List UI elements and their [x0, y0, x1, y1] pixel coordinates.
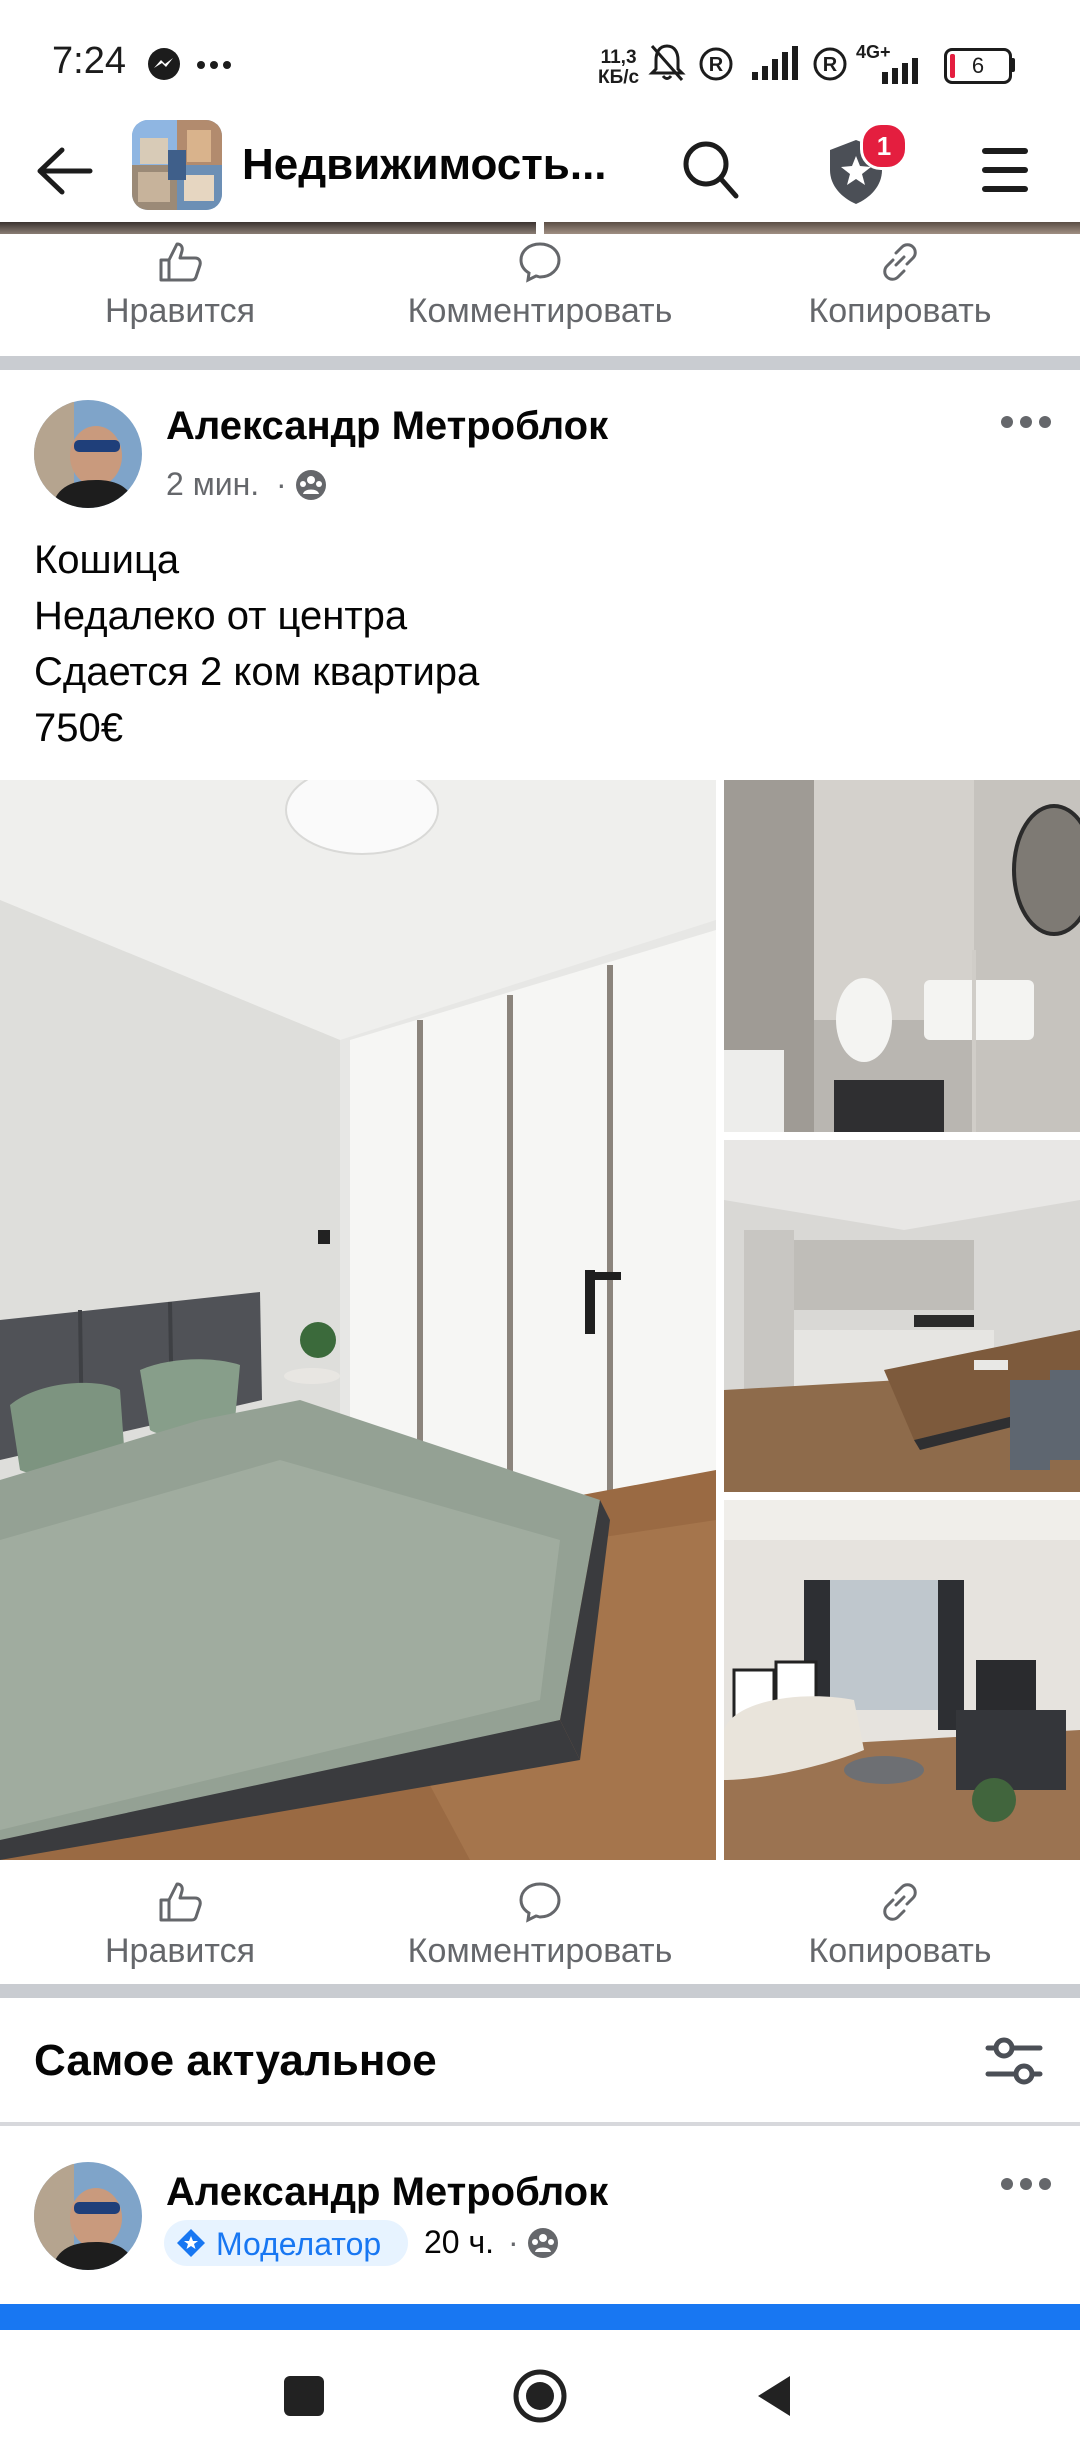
more-options-icon[interactable] — [1000, 2176, 1052, 2192]
signal-icon — [752, 46, 798, 80]
signal-icon — [882, 58, 918, 84]
app-bar: Недвижимость... 1 — [0, 120, 1080, 222]
registered-icon: R — [813, 47, 847, 81]
post-actions-bar: Нравится Комментировать Копировать — [0, 1880, 1080, 2000]
moderator-badge[interactable]: Моделатор — [164, 2220, 408, 2266]
network-speed-value: 11,3 — [600, 47, 637, 68]
post-author-name[interactable]: Александр Метроблок — [166, 2170, 608, 2215]
post-text-line: Сдается 2 ком квартира — [34, 650, 480, 694]
like-icon — [159, 242, 202, 282]
network-speed: 11,3 КБ/с — [598, 48, 639, 88]
filter-icon[interactable] — [984, 2034, 1044, 2088]
sort-section-title[interactable]: Самое актуальное — [34, 2036, 437, 2086]
author-avatar[interactable] — [34, 400, 142, 508]
photo-living-room[interactable] — [724, 1500, 1080, 1860]
post-body: Кошица Недалеко от центра Сдается 2 ком … — [34, 532, 479, 756]
like-icon — [159, 1882, 202, 1922]
post-separator — [0, 356, 1080, 370]
notification-badge: 1 — [860, 122, 908, 170]
post-time[interactable]: 20 ч. — [424, 2224, 494, 2261]
nav-back-icon[interactable] — [752, 2372, 796, 2420]
nav-home-icon[interactable] — [510, 2366, 570, 2426]
previous-post-image-edge — [544, 222, 1080, 234]
messenger-icon — [148, 48, 180, 80]
section-divider — [0, 2122, 1080, 2126]
meta-separator: · — [508, 2224, 519, 2260]
post-separator — [0, 1984, 1080, 1998]
comment-icon — [519, 1882, 561, 1923]
comment-button[interactable]: Комментировать — [380, 240, 700, 360]
status-bar: 7:24 11,3 КБ/с R R 4G+ 6 — [0, 0, 1080, 120]
like-label: Нравится — [104, 292, 256, 330]
copy-link-button[interactable]: Копировать — [780, 1880, 1020, 2000]
comment-label: Комментировать — [407, 292, 673, 330]
author-avatar[interactable] — [34, 2162, 142, 2270]
like-label: Нравится — [104, 1932, 256, 1970]
globe-group-icon — [528, 2228, 558, 2258]
status-time: 7:24 — [52, 40, 126, 82]
more-horizontal-icon — [197, 61, 231, 69]
svg-text:R: R — [823, 54, 838, 76]
link-icon — [883, 1883, 917, 1921]
search-icon[interactable] — [680, 138, 740, 202]
copy-label: Копировать — [808, 292, 992, 330]
post-time[interactable]: 2 мин. — [166, 466, 259, 503]
battery-level: 6 — [971, 53, 985, 78]
group-title[interactable]: Недвижимость... — [242, 140, 607, 190]
comment-label: Комментировать — [407, 1932, 673, 1970]
post-text-line: 750€ — [34, 706, 123, 750]
post-author-name[interactable]: Александр Метроблок — [166, 404, 608, 449]
menu-icon[interactable] — [980, 142, 1030, 198]
mute-bell-icon — [648, 44, 686, 81]
globe-group-icon — [296, 470, 326, 500]
photo-bedroom[interactable] — [0, 780, 716, 1860]
photo-kitchen[interactable] — [724, 1140, 1080, 1492]
group-avatar[interactable] — [132, 120, 222, 210]
content-accent-bar — [0, 2304, 1080, 2330]
post-text-line: Недалеко от центра — [34, 594, 408, 638]
previous-post-image-edge — [0, 222, 536, 234]
battery-icon: 6 — [944, 48, 1012, 84]
copy-link-button[interactable]: Копировать — [780, 240, 1020, 360]
post-text-line: Кошица — [34, 538, 180, 582]
svg-text:R: R — [709, 54, 724, 76]
photo-bathroom[interactable] — [724, 780, 1080, 1132]
comment-button[interactable]: Комментировать — [380, 1880, 700, 2000]
more-options-icon[interactable] — [1000, 414, 1052, 430]
comment-icon — [519, 242, 561, 283]
moderator-icon — [177, 2229, 205, 2257]
network-speed-unit: КБ/с — [598, 67, 640, 88]
copy-label: Копировать — [808, 1932, 992, 1970]
registered-icon: R — [699, 47, 733, 81]
like-button[interactable]: Нравится — [60, 240, 300, 360]
like-button[interactable]: Нравится — [60, 1880, 300, 2000]
link-icon — [883, 243, 917, 281]
back-arrow-icon[interactable] — [34, 140, 96, 202]
system-nav-bar — [0, 2330, 1080, 2460]
nav-square-icon[interactable] — [284, 2376, 324, 2416]
moderator-label: Моделатор — [216, 2226, 382, 2262]
meta-separator: · — [276, 466, 287, 502]
post-actions-bar: Нравится Комментировать Копировать — [0, 240, 1080, 360]
